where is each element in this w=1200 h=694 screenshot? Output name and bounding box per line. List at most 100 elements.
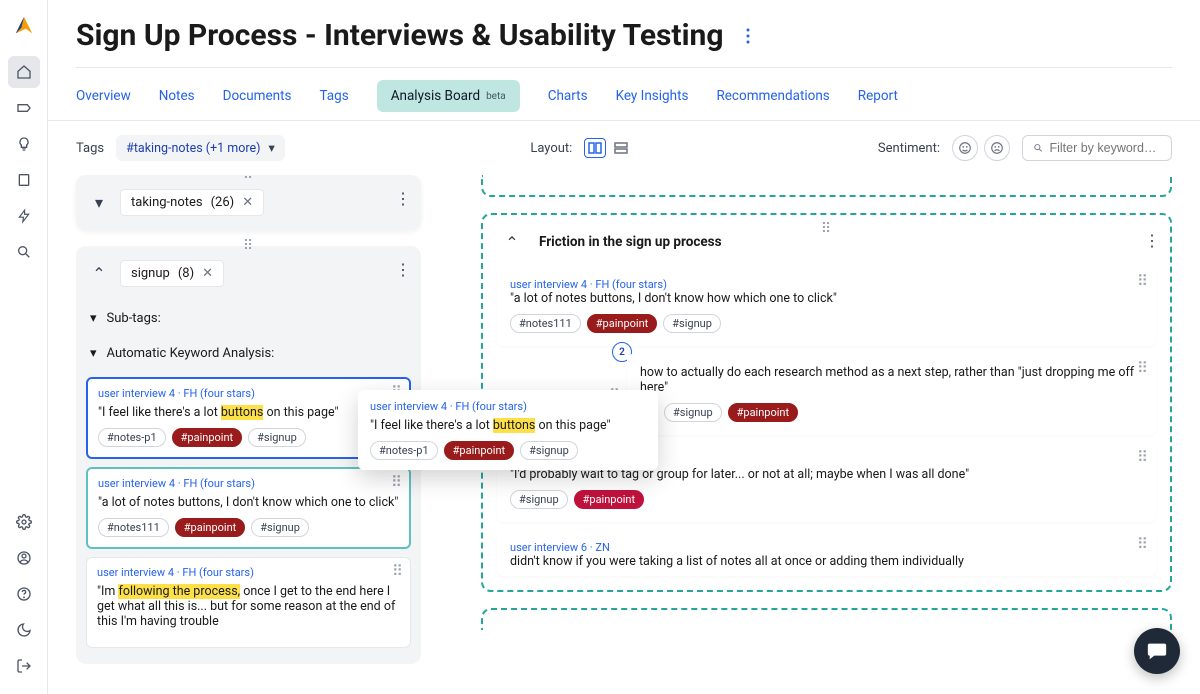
- note-tag[interactable]: #notes111: [510, 314, 581, 333]
- nav-settings-icon[interactable]: [8, 506, 40, 538]
- note-tag[interactable]: #notes-p1: [98, 428, 166, 447]
- nav-search-icon[interactable]: [8, 236, 40, 268]
- tab-report[interactable]: Report: [858, 80, 898, 112]
- tab-documents[interactable]: Documents: [223, 80, 292, 112]
- keyword-analysis-row[interactable]: ▾ Automatic Keyword Analysis:: [76, 336, 421, 371]
- layout-rows-button[interactable]: [610, 138, 632, 158]
- tag-count: (8): [178, 266, 194, 281]
- nav-book-icon[interactable]: [8, 164, 40, 196]
- note-tag[interactable]: #signup: [248, 428, 306, 447]
- note-tag[interactable]: #painpoint: [444, 441, 514, 460]
- layout-columns-button[interactable]: [584, 138, 606, 158]
- tag-name: taking-notes: [131, 195, 203, 210]
- note-text: "a lot of notes buttons, I don't know wh…: [98, 495, 399, 510]
- keyword-filter-input[interactable]: [1049, 141, 1161, 155]
- nav-bolt-icon[interactable]: [8, 200, 40, 232]
- tab-insights[interactable]: Key Insights: [616, 80, 689, 112]
- note-preview-tooltip: user interview 4 · FH (four stars) "I fe…: [358, 390, 658, 470]
- header-menu-icon[interactable]: [739, 27, 757, 45]
- note-tag[interactable]: #notes111: [98, 518, 169, 537]
- tags-filter-label: Tags: [76, 141, 104, 156]
- drag-handle-icon[interactable]: ⠿: [1137, 272, 1149, 290]
- tab-bar: Overview Notes Documents Tags Analysis B…: [48, 68, 1200, 112]
- drag-handle-icon[interactable]: ⠿: [1137, 359, 1149, 377]
- chevron-down-icon: ▾: [268, 140, 274, 156]
- note-card[interactable]: ⠿ user interview 4 · FH (four stars) "Im…: [86, 557, 411, 648]
- more-menu-icon[interactable]: ⋮: [395, 260, 411, 279]
- nav-lightbulb-icon[interactable]: [8, 128, 40, 160]
- collapse-toggle[interactable]: ⌃: [88, 263, 110, 285]
- tag-pill-signup[interactable]: signup (8) ✕: [120, 260, 224, 287]
- theme-group-fragment: [481, 175, 1172, 197]
- tab-recommendations[interactable]: Recommendations: [716, 80, 829, 112]
- tag-pill-taking-notes[interactable]: taking-notes (26) ✕: [120, 189, 264, 216]
- nav-logout-icon[interactable]: [8, 650, 40, 682]
- layout-label: Layout:: [530, 141, 572, 156]
- note-source: user interview 6 · ZN: [510, 541, 1143, 554]
- drag-handle-icon[interactable]: ⠿: [243, 238, 254, 254]
- tags-filter-chip[interactable]: #taking-notes (+1 more) ▾: [116, 135, 285, 161]
- chevron-down-icon: ▾: [90, 346, 97, 361]
- note-card[interactable]: ⠿ how to actually do each research metho…: [627, 354, 1156, 435]
- nav-theme-icon[interactable]: [8, 614, 40, 646]
- close-icon[interactable]: ✕: [202, 266, 213, 281]
- note-source: user interview 4 · FH (four stars): [97, 566, 400, 579]
- note-text: didn't know if you were taking a list of…: [510, 554, 1143, 569]
- note-tag[interactable]: #painpoint: [172, 428, 242, 447]
- tags-filter-text: #taking-notes (+1 more): [126, 141, 260, 156]
- search-icon: [1033, 142, 1043, 154]
- chevron-down-icon: ▾: [90, 311, 97, 326]
- tab-overview[interactable]: Overview: [76, 80, 131, 112]
- note-tag[interactable]: #signup: [664, 403, 722, 422]
- note-tag[interactable]: #notes-p1: [370, 441, 438, 460]
- drag-handle-icon[interactable]: ⠿: [1137, 448, 1149, 466]
- nav-account-icon[interactable]: [8, 542, 40, 574]
- subtags-label: Sub-tags:: [107, 311, 161, 326]
- note-tag[interactable]: #signup: [520, 441, 578, 460]
- tab-charts[interactable]: Charts: [548, 80, 588, 112]
- drag-handle-icon[interactable]: ⠿: [391, 473, 403, 491]
- note-card[interactable]: ⠿ user interview 6 · ZN didn't know if y…: [497, 530, 1156, 576]
- note-source: user interview 4 · FH (four stars): [370, 400, 646, 413]
- note-text: "I feel like there's a lot buttons on th…: [370, 418, 646, 433]
- note-tag[interactable]: #painpoint: [175, 518, 245, 537]
- note-tag[interactable]: #painpoint: [728, 403, 798, 422]
- sentiment-happy-icon[interactable]: [952, 135, 978, 161]
- tab-notes[interactable]: Notes: [159, 80, 195, 112]
- note-tag[interactable]: #painpoint: [574, 490, 644, 509]
- nav-tag-icon[interactable]: [8, 92, 40, 124]
- sentiment-sad-icon[interactable]: [984, 135, 1010, 161]
- collapse-toggle[interactable]: ⌃: [501, 231, 523, 253]
- note-source: user interview 4 · FH (four stars): [98, 387, 399, 400]
- note-source: user interview 4 · FH (four stars): [510, 278, 1143, 291]
- more-menu-icon[interactable]: ⋮: [1144, 231, 1160, 250]
- app-logo: [10, 12, 38, 40]
- note-text: "a lot of notes buttons, I don't know ho…: [510, 291, 1143, 306]
- note-tag[interactable]: #signup: [251, 518, 309, 537]
- theme-title: Friction in the sign up process: [539, 234, 722, 250]
- note-card[interactable]: ⠿ user interview 4 · FH (four stars) "a …: [86, 467, 411, 549]
- chat-support-button[interactable]: [1134, 628, 1180, 674]
- keyword-analysis-label: Automatic Keyword Analysis:: [107, 346, 275, 361]
- drag-handle-icon[interactable]: ⠿: [392, 562, 404, 580]
- page-title: Sign Up Process - Interviews & Usability…: [76, 18, 723, 53]
- subtags-row[interactable]: ▾ Sub-tags:: [76, 301, 421, 336]
- note-tag[interactable]: #signup: [663, 314, 721, 333]
- note-card[interactable]: ⠿ user interview 4 · FH (four stars) "a …: [497, 267, 1156, 346]
- nav-help-icon[interactable]: [8, 578, 40, 610]
- collapse-toggle[interactable]: ▾: [88, 192, 110, 214]
- theme-group-fragment: [481, 608, 1172, 630]
- close-icon[interactable]: ✕: [242, 195, 253, 210]
- toolbar: Tags #taking-notes (+1 more) ▾ Layout: S…: [48, 121, 1200, 175]
- tag-count: (26): [211, 195, 235, 210]
- tab-analysis-board[interactable]: Analysis Board beta: [377, 80, 520, 112]
- drag-handle-icon[interactable]: ⠿: [243, 175, 254, 183]
- tab-tags[interactable]: Tags: [320, 80, 349, 112]
- drag-handle-icon[interactable]: ⠿: [1137, 535, 1149, 553]
- keyword-filter[interactable]: [1022, 135, 1172, 161]
- note-tag[interactable]: #signup: [510, 490, 568, 509]
- nav-home-icon[interactable]: [8, 56, 40, 88]
- more-menu-icon[interactable]: ⋮: [395, 189, 411, 208]
- note-tag[interactable]: #painpoint: [587, 314, 657, 333]
- note-text: "Im following the process, once I get to…: [97, 584, 400, 629]
